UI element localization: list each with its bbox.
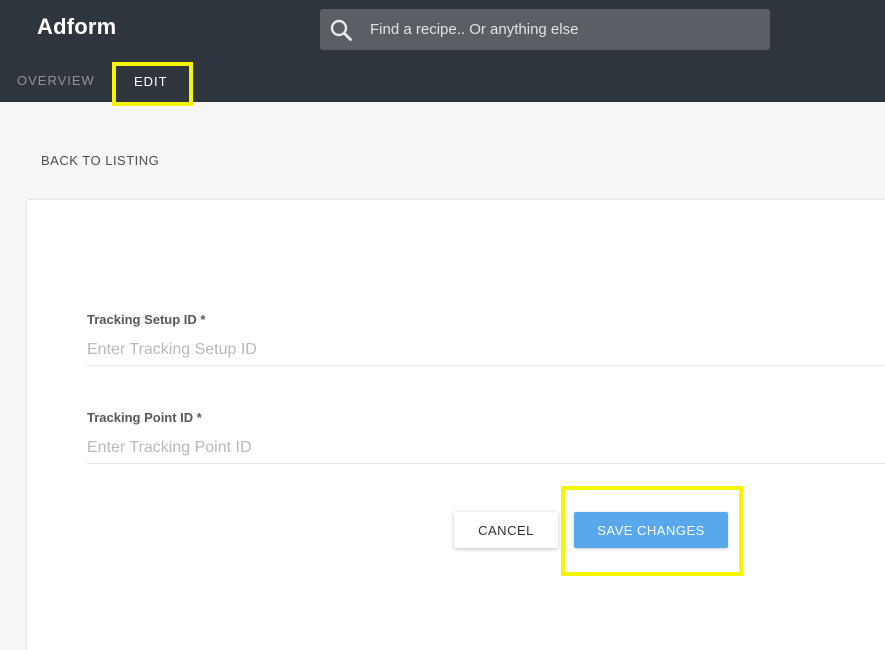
search-input[interactable] — [370, 9, 760, 50]
search-icon[interactable] — [329, 18, 353, 42]
save-changes-button[interactable]: SAVE CHANGES — [574, 512, 728, 548]
tab-edit[interactable]: EDIT — [134, 74, 168, 89]
tracking-setup-id-input[interactable] — [87, 334, 885, 366]
app-title: Adform — [37, 14, 117, 39]
top-bar: Adform OVERVIEW EDIT — [0, 0, 885, 106]
tab-edit-highlight: EDIT — [112, 62, 193, 106]
tracking-point-id-input[interactable] — [87, 432, 885, 464]
tab-overview[interactable]: OVERVIEW — [17, 73, 95, 88]
back-to-listing-link[interactable]: BACK TO LISTING — [41, 153, 159, 168]
tracking-setup-id-label: Tracking Setup ID * — [87, 312, 206, 327]
cancel-button[interactable]: CANCEL — [454, 512, 558, 548]
tracking-point-id-label: Tracking Point ID * — [87, 410, 202, 425]
edit-form-card: Tracking Setup ID * Tracking Point ID * … — [27, 200, 885, 650]
search-box[interactable] — [320, 9, 770, 50]
